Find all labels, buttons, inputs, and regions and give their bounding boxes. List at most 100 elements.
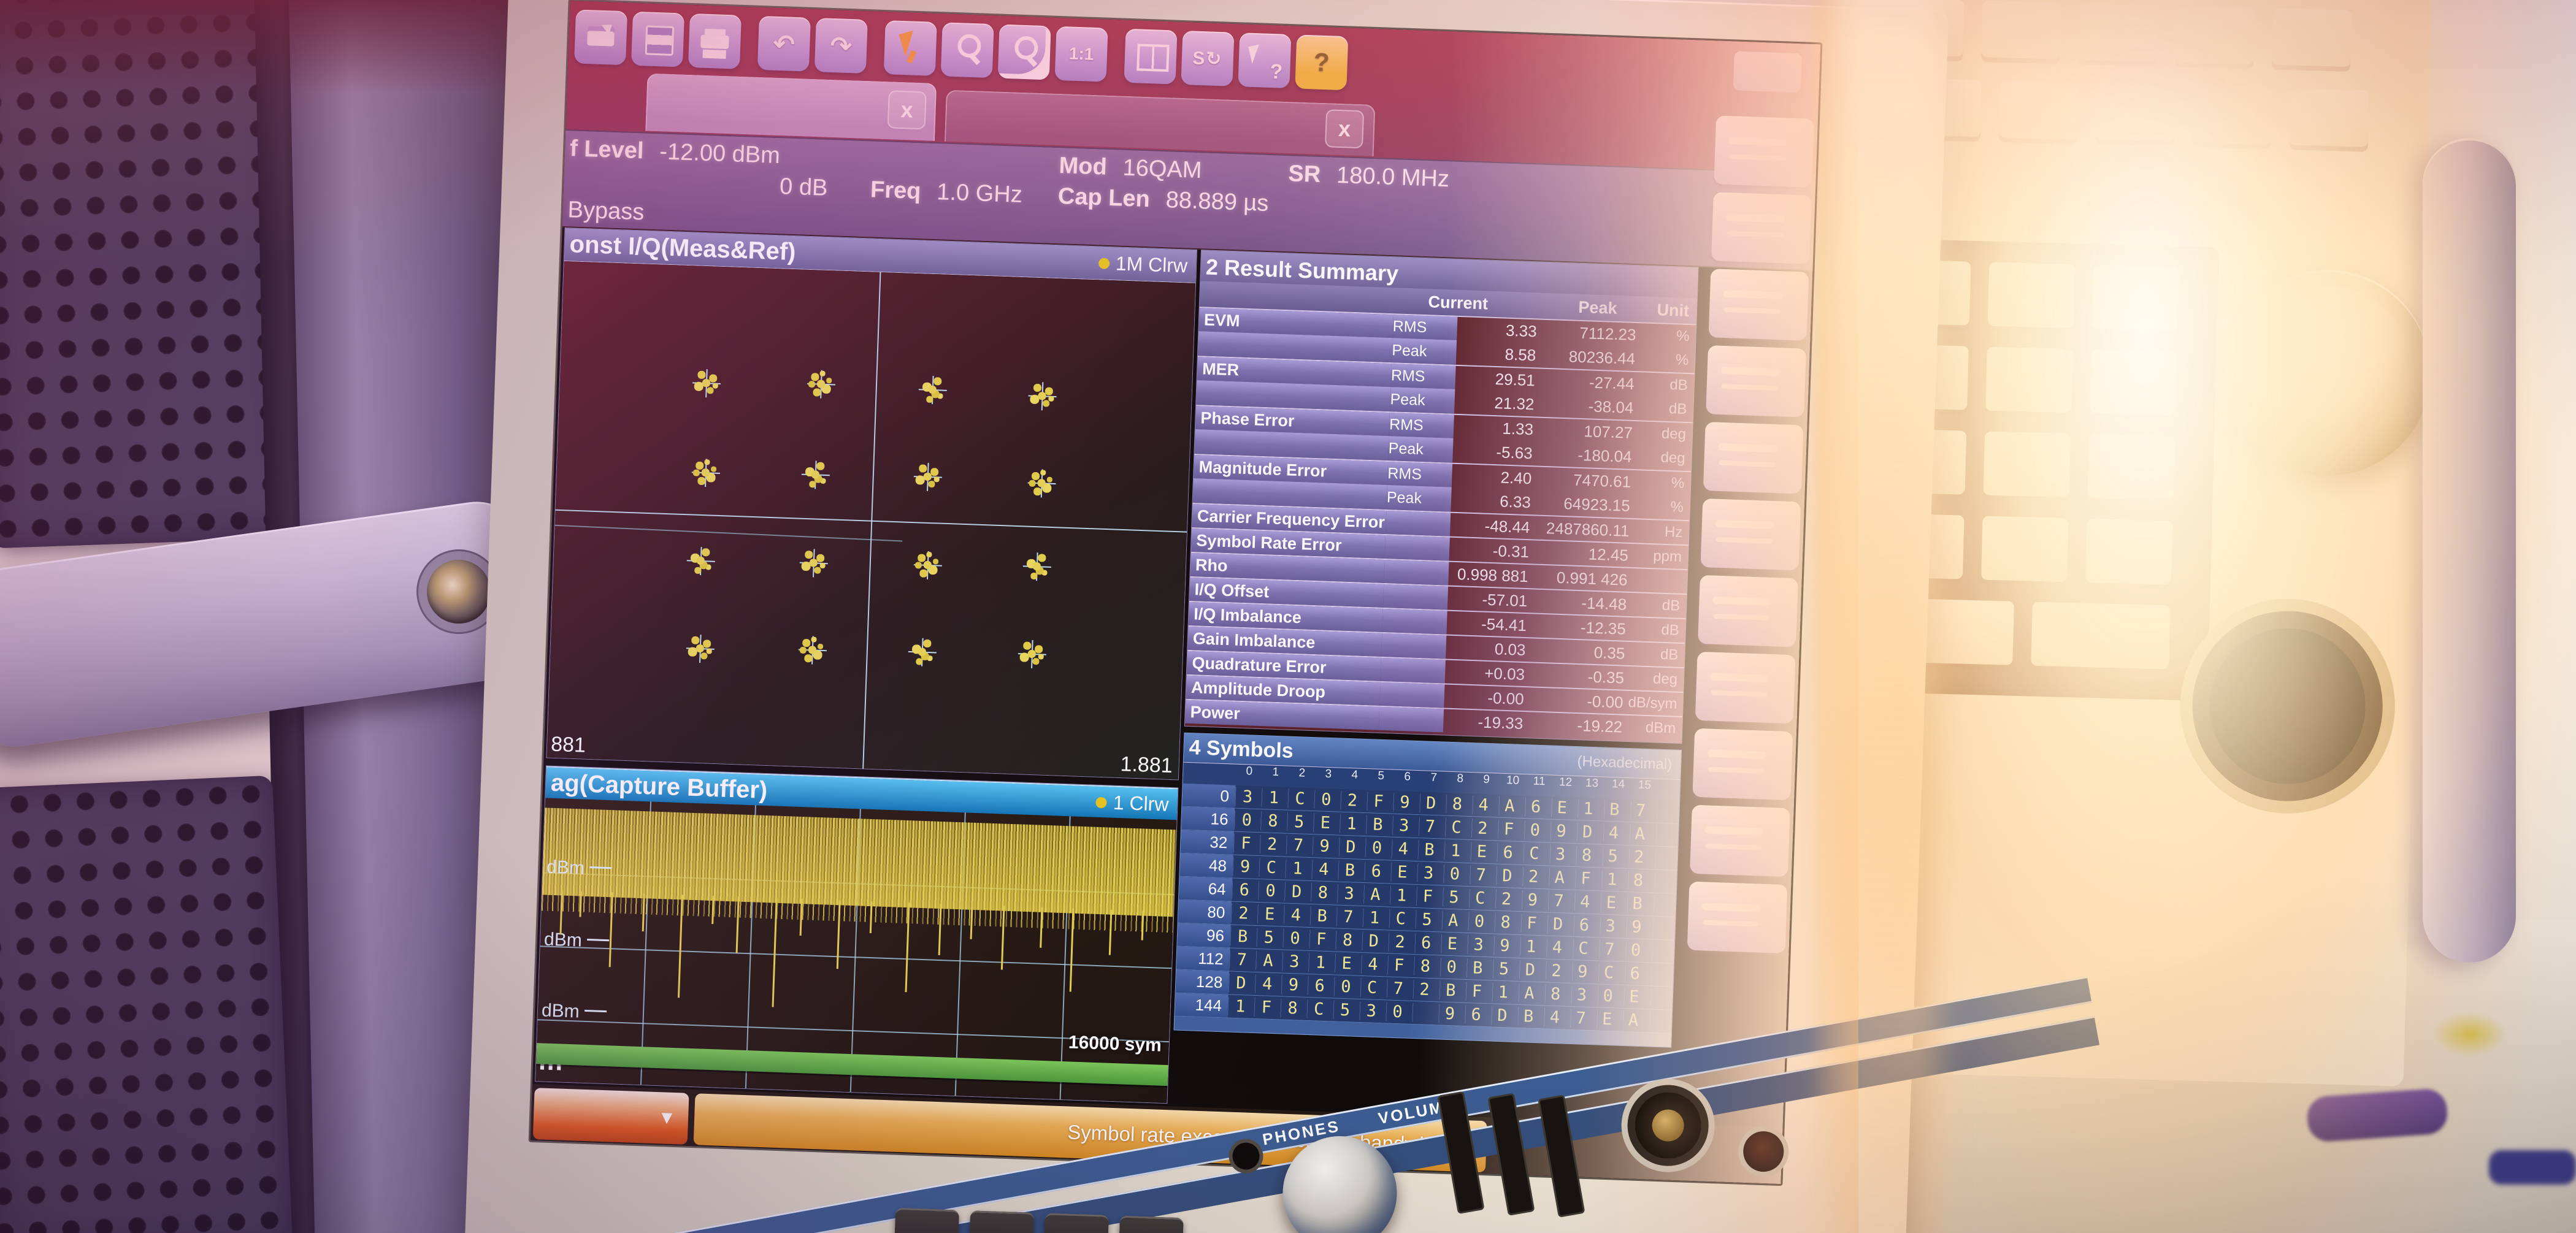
toolbar-glyph: [574, 9, 627, 65]
toolbar-glyph: ?: [1295, 34, 1348, 90]
context-help-icon[interactable]: ?: [1238, 32, 1291, 88]
keypad-key: [2090, 349, 2177, 416]
toolbar-glyph: [884, 20, 937, 76]
symbols-col-header: 12: [1552, 776, 1579, 797]
symbols-row-index: 112: [1176, 947, 1230, 971]
keypad-key: [2087, 434, 2175, 500]
ref-level-label: f Level: [569, 136, 644, 164]
status-dropdown-button[interactable]: ▼: [533, 1088, 689, 1145]
softkey-button[interactable]: [1709, 269, 1809, 341]
window-title: 2 Result Summary: [1205, 254, 1398, 286]
symbols-table-body: 0 31C02F9D84A6E1B7 16 085E1B37C2F09D4A 3…: [1175, 784, 1679, 1034]
result-subname: [1381, 633, 1447, 659]
symbols-col-header: 7: [1420, 771, 1447, 792]
print-icon[interactable]: [688, 13, 742, 69]
column-unit: Unit: [1657, 300, 1690, 321]
symbols-col-header: 15: [1631, 778, 1658, 800]
result-subname: [1379, 707, 1444, 733]
result-peak: 80236.44: [1541, 346, 1641, 368]
window-title: onst I/Q(Meas&Ref): [569, 231, 796, 266]
toolbar-glyph: [941, 22, 994, 78]
toolbar-glyph: ↷: [815, 18, 868, 74]
close-icon[interactable]: x: [1325, 109, 1364, 148]
result-unit: %: [1635, 497, 1690, 516]
result-subname: [1383, 584, 1449, 610]
sequencer-icon[interactable]: S↻: [1181, 31, 1234, 86]
result-current: 0.998 881: [1448, 564, 1533, 586]
result-unit: %: [1636, 473, 1691, 492]
y-axis-label: dBm: [546, 857, 612, 880]
softkey-button[interactable]: [1692, 728, 1793, 801]
sr-label: SR: [1288, 161, 1321, 188]
symbols-col-header: 9: [1473, 773, 1500, 794]
keypad-key: [1984, 432, 2071, 498]
constellation-cluster: [807, 370, 837, 399]
result-peak: 107.27: [1538, 420, 1638, 443]
zoom-icon[interactable]: [941, 22, 994, 78]
softkey-button[interactable]: [1695, 652, 1796, 724]
constellation-cluster: [918, 375, 948, 405]
toolbar-glyph: S↻: [1181, 31, 1234, 86]
undo-icon[interactable]: ↶: [757, 16, 811, 72]
softkey-button[interactable]: [1700, 498, 1801, 571]
keypad-key: [2092, 265, 2180, 331]
symbols-row-index: 64: [1179, 877, 1232, 901]
keypad-key: [1981, 516, 2069, 582]
tab-channel-1[interactable]: x: [645, 74, 937, 141]
result-current: 0.03: [1446, 638, 1531, 660]
softkey-button[interactable]: [1711, 192, 1812, 264]
result-peak: -14.48: [1532, 592, 1632, 614]
open-file-icon[interactable]: [574, 9, 627, 65]
y-axis-label: dBm: [541, 1000, 607, 1023]
toolbar-glyph: [688, 13, 742, 69]
result-subname: [1384, 560, 1449, 586]
result-peak: -0.00: [1528, 690, 1628, 712]
softkey-button[interactable]: [1687, 882, 1788, 954]
result-unit: deg: [1636, 448, 1692, 467]
result-peak: 12.45: [1533, 543, 1633, 565]
select-cursor-icon[interactable]: [884, 20, 937, 76]
result-peak: 2487860.11: [1535, 518, 1635, 541]
result-peak: 0.35: [1530, 641, 1630, 663]
window-control-button[interactable]: [1733, 51, 1802, 93]
softkey-button[interactable]: [1690, 805, 1790, 877]
save-icon[interactable]: [631, 12, 684, 67]
result-unit: deg: [1637, 424, 1692, 443]
redo-icon[interactable]: ↷: [815, 18, 868, 74]
sr-value: 180.0 MHz: [1336, 162, 1449, 192]
axis-reflection: [555, 525, 902, 542]
symbols-col-header: 1: [1262, 765, 1289, 787]
softkey-button[interactable]: [1714, 115, 1814, 188]
result-subname: Peak: [1386, 485, 1452, 512]
caplen-label: Cap Len: [1057, 183, 1150, 212]
result-table-body: EVM RMS 3.33 7112.23 % Peak 8.58 80236.4…: [1185, 307, 1696, 741]
multi-window-zoom-icon[interactable]: [998, 25, 1051, 80]
result-unit: dB: [1630, 645, 1685, 664]
softkey-button[interactable]: [1698, 575, 1798, 647]
help-icon[interactable]: ?: [1295, 34, 1348, 90]
rack-vent-panel-bottom: [0, 776, 293, 1233]
result-unit: %: [1641, 326, 1696, 345]
close-icon[interactable]: x: [887, 90, 927, 129]
symbols-col-header: 14: [1604, 777, 1631, 799]
instrument-key: [2096, 83, 2175, 142]
axis-min-label: 881: [551, 733, 586, 758]
result-peak: -19.22: [1528, 714, 1628, 737]
toolbar-glyph: [631, 12, 684, 67]
instrument-key: [2290, 88, 2369, 147]
column-current: Current: [1428, 292, 1489, 313]
result-peak: -12.35: [1531, 616, 1631, 639]
result-subname: Peak: [1392, 338, 1457, 365]
scene: ↶ ↷: [0, 0, 2576, 1233]
zoom-1-1-icon[interactable]: 1:1: [1055, 26, 1108, 82]
result-subname: RMS: [1387, 462, 1453, 487]
toolbar-glyph: 1:1: [1055, 26, 1108, 82]
trace-dot-icon: [1098, 258, 1110, 269]
constellation-cluster: [799, 549, 829, 578]
softkey-button[interactable]: [1706, 345, 1806, 418]
keypad-key: [1988, 262, 2076, 329]
window-capture-buffer: ag(Capture Buffer) 1 Clrw: [535, 765, 1178, 1104]
constellation-cluster: [1018, 639, 1047, 669]
window-layout-icon[interactable]: [1124, 29, 1177, 85]
softkey-button[interactable]: [1703, 422, 1804, 494]
